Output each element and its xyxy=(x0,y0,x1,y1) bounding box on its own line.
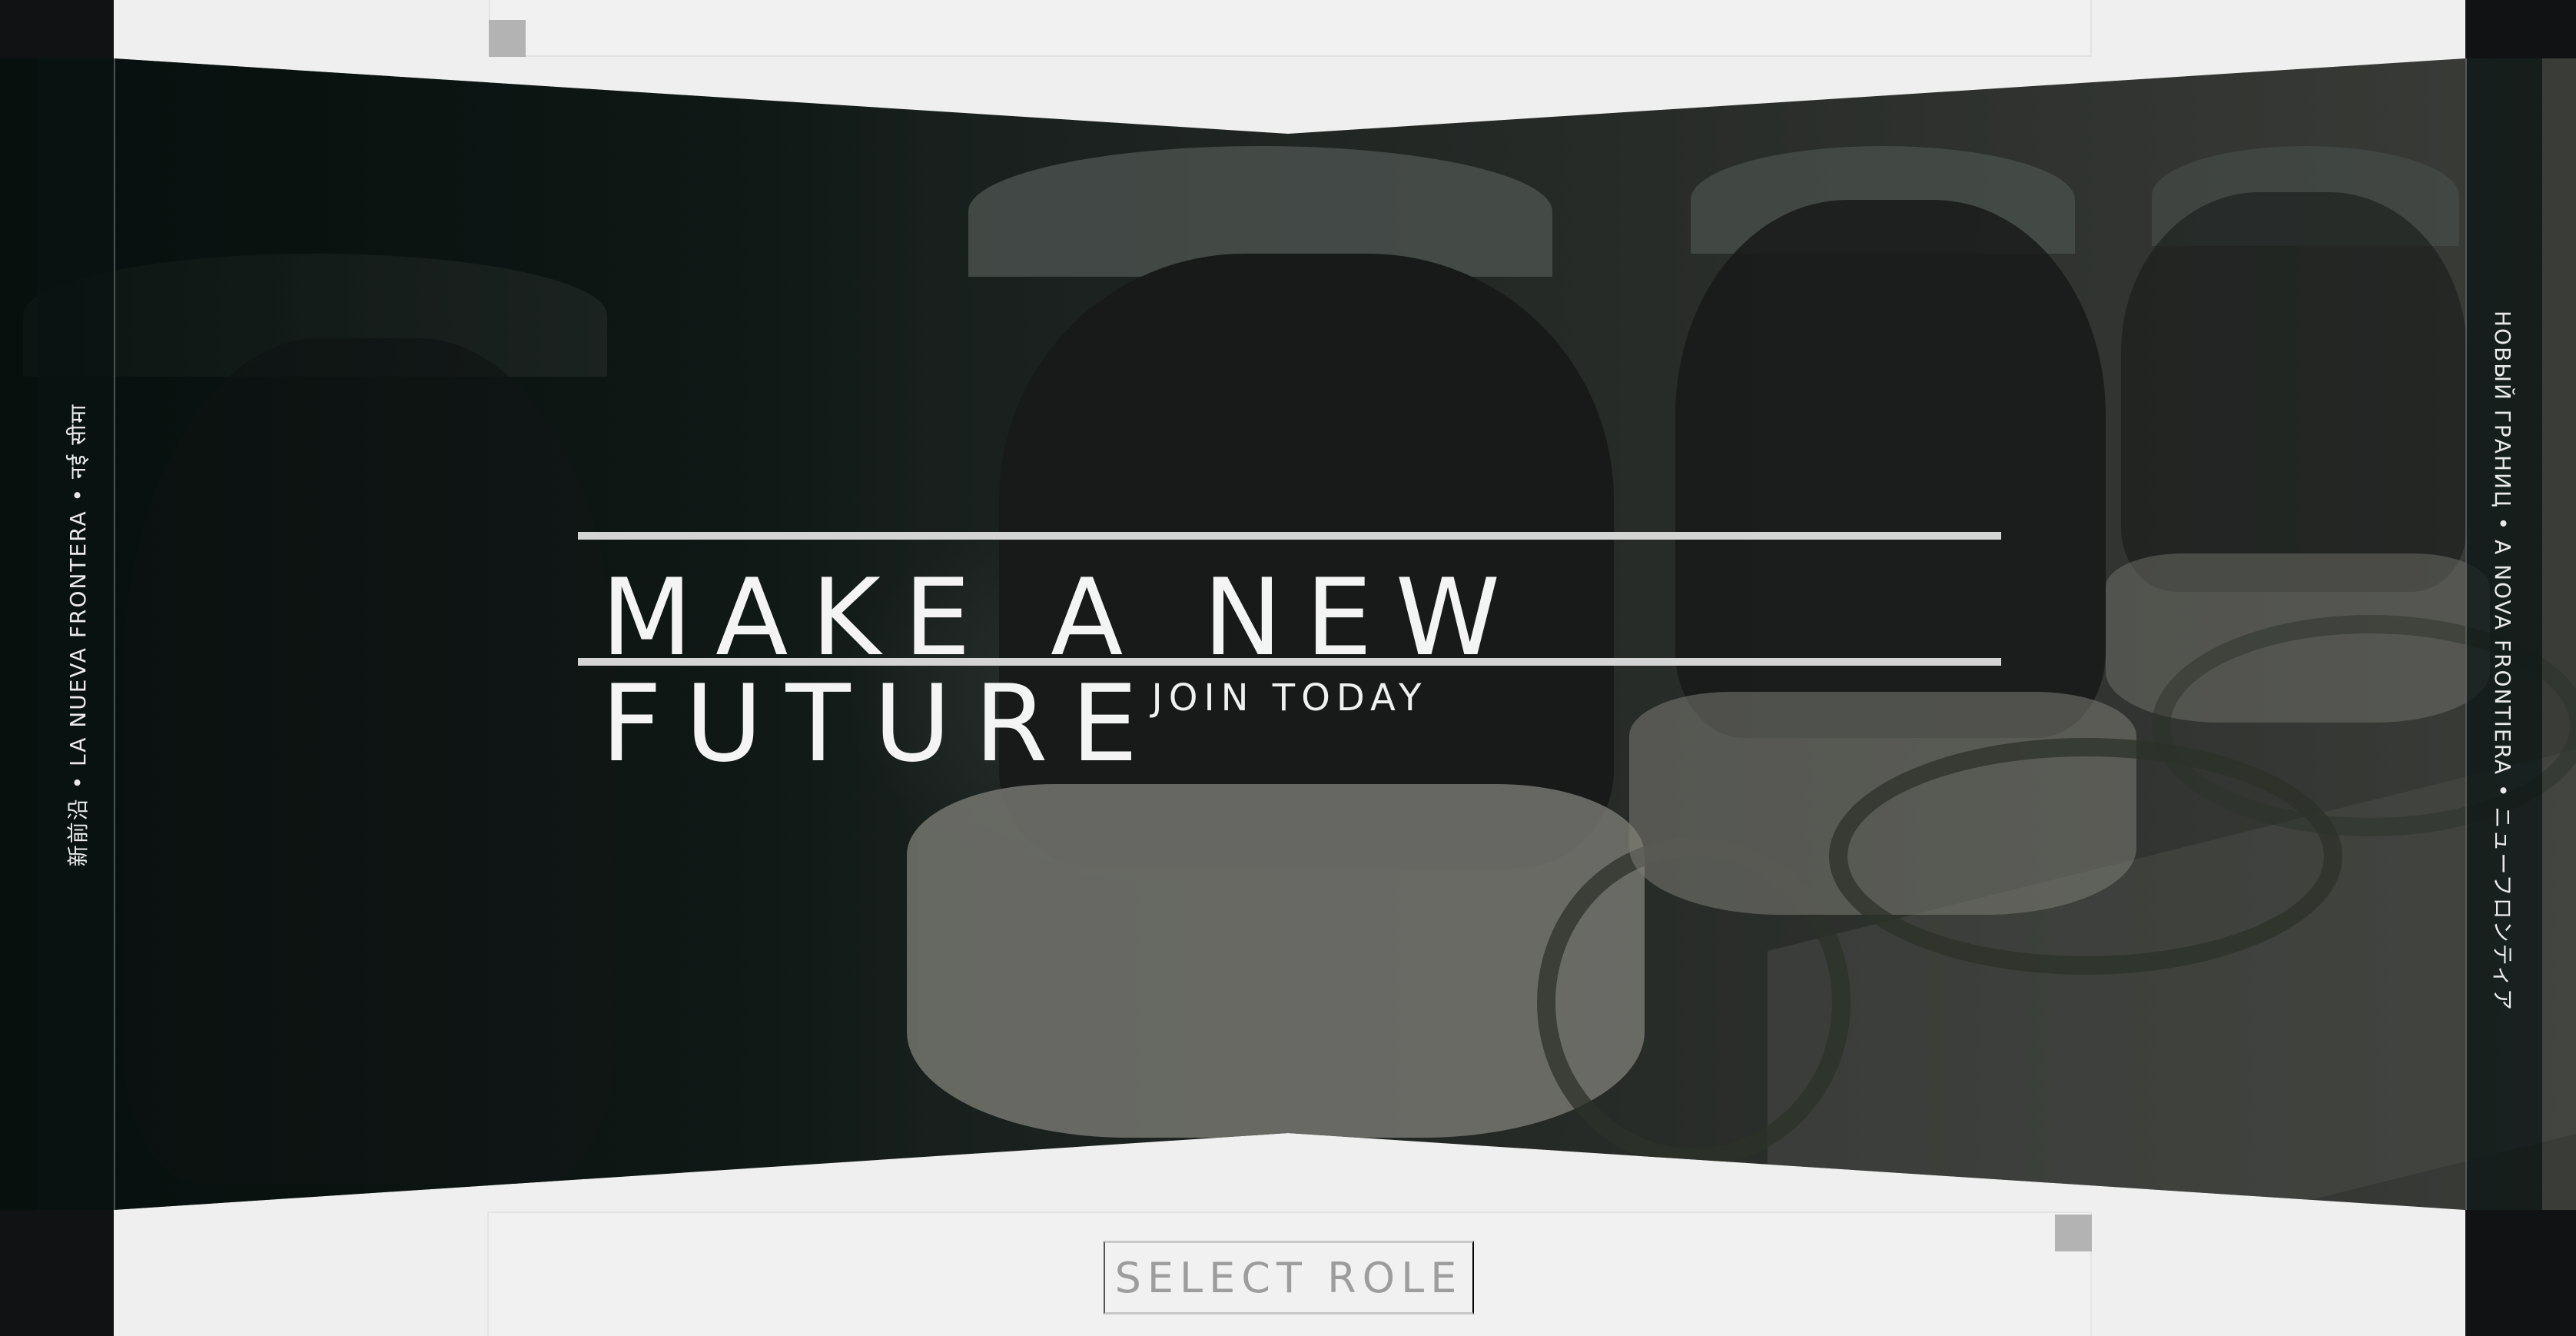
top-panel xyxy=(489,0,2092,57)
corner-marker-bottom xyxy=(2055,1215,2092,1251)
headline-rule-bottom xyxy=(578,658,2001,666)
left-vertical-text: 新前沿 • LA NUEVA FRONTERA • नई सीमा xyxy=(65,403,91,867)
landing-page: 新前沿 • LA NUEVA FRONTERA • नई सीमा НОВЫЙ … xyxy=(0,0,2576,1336)
corner-marker-top xyxy=(489,20,526,57)
headline-rule-top xyxy=(578,532,2001,540)
join-today-link[interactable]: JOIN TODAY xyxy=(982,676,1597,720)
right-vertical-text: НОВЫЙ ГРАНИЦ • A NOVA FRONTIERA • ニューフロン… xyxy=(2490,310,2515,1012)
select-role-button[interactable]: SELECT ROLE xyxy=(1104,1241,1474,1314)
